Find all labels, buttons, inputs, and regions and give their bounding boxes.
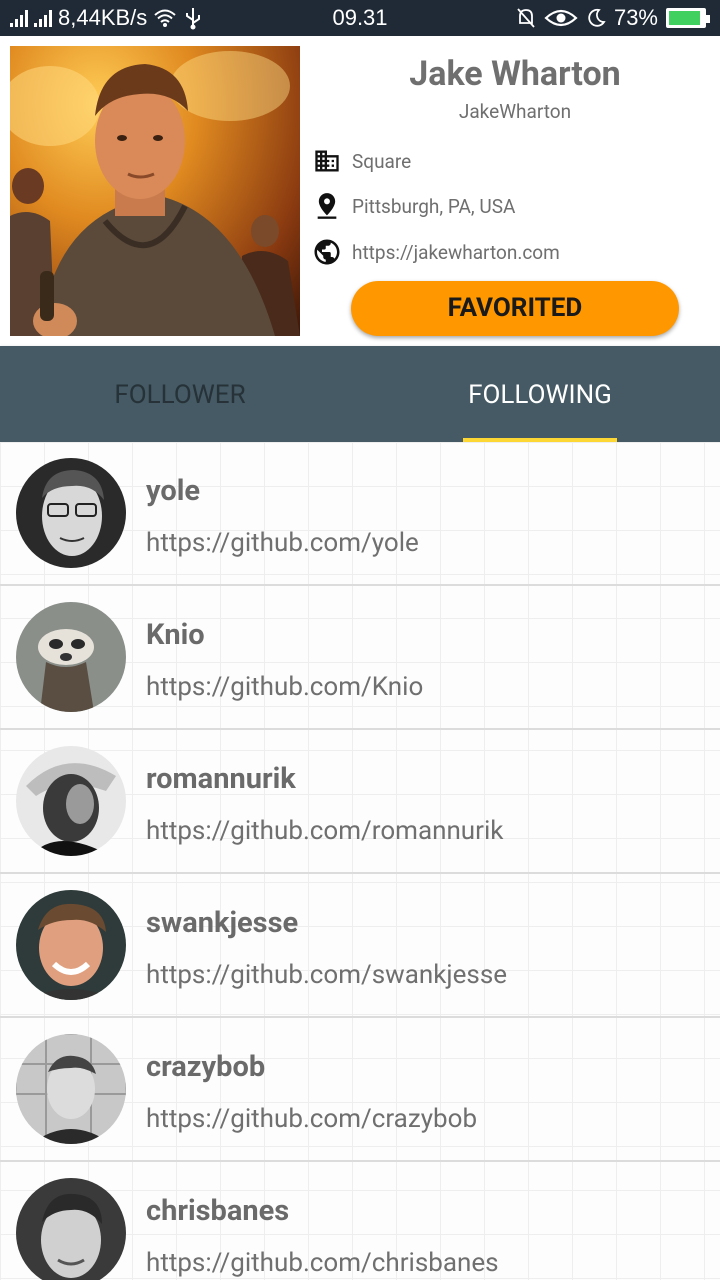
company-row: Square (312, 144, 411, 178)
list-item-name: Knio (146, 618, 205, 652)
blog-link[interactable]: https://jakewharton.com (352, 241, 560, 264)
favorite-button[interactable]: FAVORITED (351, 281, 679, 336)
list-item[interactable]: swankjesse https://github.com/swankjesse (0, 874, 720, 1018)
building-icon (312, 146, 342, 176)
list-item[interactable]: yole https://github.com/yole (0, 442, 720, 586)
list-item-url: https://github.com/romannurik (146, 816, 504, 846)
list-item[interactable]: Knio https://github.com/Knio (0, 586, 720, 730)
globe-icon (312, 237, 342, 267)
list-item-url: https://github.com/swankjesse (146, 960, 508, 990)
blog-row[interactable]: https://jakewharton.com (312, 235, 560, 269)
list-item[interactable]: crazybob https://github.com/crazybob (0, 1018, 720, 1162)
battery-icon (666, 8, 710, 28)
list-item-name: romannurik (146, 762, 296, 796)
list-item-name: chrisbanes (146, 1194, 290, 1228)
location-pin-icon (312, 191, 342, 221)
avatar (16, 746, 126, 856)
list-item[interactable]: romannurik https://github.com/romannurik (0, 730, 720, 874)
list-item-url: https://github.com/Knio (146, 672, 424, 702)
list-item[interactable]: chrisbanes https://github.com/chrisbanes (0, 1162, 720, 1280)
profile-photo-illustration (10, 51, 300, 336)
mute-bell-icon (517, 8, 535, 28)
profile-photo (10, 46, 300, 336)
avatar (16, 602, 126, 712)
list-item-url: https://github.com/yole (146, 528, 419, 558)
list-item-name: crazybob (146, 1050, 266, 1084)
battery-percent: 73% (613, 5, 658, 30)
location-row: Pittsburgh, PA, USA (312, 189, 515, 223)
company-text: Square (352, 149, 412, 173)
tab-following[interactable]: FOLLOWING (360, 346, 720, 442)
tab-bar: FOLLOWER FOLLOWING (0, 346, 720, 442)
avatar (16, 1034, 126, 1144)
avatar (16, 458, 126, 568)
status-bar-right: 73% (516, 0, 710, 36)
location-text: Pittsburgh, PA, USA (352, 194, 516, 218)
moon-icon (588, 8, 606, 27)
avatar (16, 1178, 126, 1280)
list-item-url: https://github.com/crazybob (146, 1104, 478, 1134)
profile-name: Jake Wharton (409, 54, 621, 94)
avatar (16, 890, 126, 1000)
list-item-name: yole (146, 474, 201, 508)
list-item-name: swankjesse (146, 906, 299, 940)
status-bar: 8,44KB/s 09.31 73% (0, 0, 720, 36)
tab-follower[interactable]: FOLLOWER (0, 346, 360, 442)
profile-header: Jake Wharton JakeWharton Square Pittsbur… (0, 36, 720, 346)
profile-login: JakeWharton (458, 100, 572, 123)
following-list[interactable]: yole https://github.com/yole Knio https:… (0, 442, 720, 1280)
list-item-url: https://github.com/chrisbanes (146, 1248, 499, 1278)
eye-icon (544, 9, 578, 27)
